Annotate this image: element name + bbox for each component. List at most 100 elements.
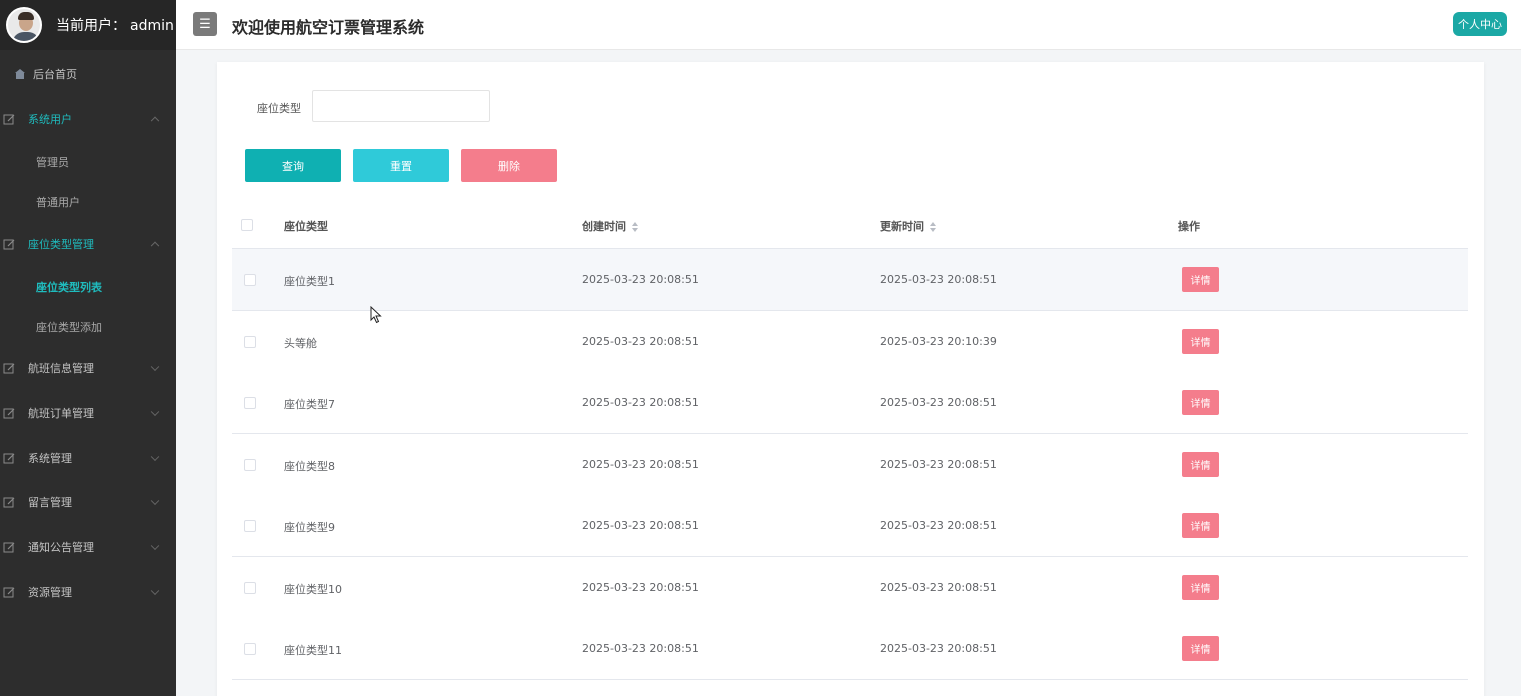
current-user-name: admin bbox=[130, 18, 174, 34]
cell-seat-type: 座位类型8 bbox=[284, 460, 335, 473]
current-user: 当前用户： admin bbox=[56, 15, 174, 35]
cell-seat-type: 头等舱 bbox=[284, 337, 317, 350]
home-icon bbox=[13, 67, 27, 81]
edit-icon bbox=[2, 495, 16, 509]
cell-seat-type: 座位类型7 bbox=[284, 398, 335, 411]
cell-created: 2025-03-23 20:08:51 bbox=[582, 335, 699, 348]
row-checkbox[interactable] bbox=[244, 459, 256, 471]
column-header-label: 创建时间 bbox=[582, 220, 626, 233]
cell-updated: 2025-03-23 20:08:51 bbox=[880, 396, 997, 409]
table-row[interactable]: 座位类型7 2025-03-23 20:08:51 2025-03-23 20:… bbox=[232, 372, 1468, 434]
column-header-actions: 操作 bbox=[1178, 220, 1200, 233]
chevron-up-icon bbox=[150, 116, 160, 126]
sidebar-group-label: 座位类型管理 bbox=[28, 238, 94, 251]
sidebar-item-admin[interactable]: 管理员 bbox=[36, 154, 69, 170]
cell-updated: 2025-03-23 20:08:51 bbox=[880, 273, 997, 286]
table-row[interactable]: 座位类型11 2025-03-23 20:08:51 2025-03-23 20… bbox=[232, 618, 1468, 680]
row-checkbox[interactable] bbox=[244, 520, 256, 532]
cell-updated: 2025-03-23 20:08:51 bbox=[880, 642, 997, 655]
table-row[interactable]: 座位类型1 2025-03-23 20:08:51 2025-03-23 20:… bbox=[232, 249, 1468, 311]
sort-icon[interactable] bbox=[930, 222, 937, 232]
sidebar-group-resources[interactable]: 资源管理 bbox=[0, 582, 176, 602]
chevron-down-icon bbox=[150, 362, 160, 372]
content-card: 座位类型 查询 重置 删除 座位类型 创建时间 更新时间 操作 座位类型1 20… bbox=[217, 62, 1484, 696]
edit-icon bbox=[2, 361, 16, 375]
sidebar-group-notices[interactable]: 通知公告管理 bbox=[0, 537, 176, 557]
edit-icon bbox=[2, 406, 16, 420]
column-header-updated[interactable]: 更新时间 bbox=[880, 218, 937, 234]
row-checkbox[interactable] bbox=[244, 643, 256, 655]
cell-seat-type: 座位类型11 bbox=[284, 644, 342, 657]
sidebar-item-label: 后台首页 bbox=[33, 68, 77, 81]
sidebar-group-seat-type[interactable]: 座位类型管理 bbox=[0, 234, 176, 254]
cell-updated: 2025-03-23 20:08:51 bbox=[880, 458, 997, 471]
detail-button[interactable]: 详情 bbox=[1182, 575, 1219, 600]
edit-icon bbox=[2, 237, 16, 251]
select-all-checkbox[interactable] bbox=[241, 219, 253, 231]
delete-button[interactable]: 删除 bbox=[461, 149, 557, 182]
table-row[interactable]: 座位类型8 2025-03-23 20:08:51 2025-03-23 20:… bbox=[232, 434, 1468, 496]
chevron-down-icon bbox=[150, 452, 160, 462]
chevron-up-icon bbox=[150, 241, 160, 251]
chevron-down-icon bbox=[150, 541, 160, 551]
cell-updated: 2025-03-23 20:08:51 bbox=[880, 581, 997, 594]
table-row[interactable]: 座位类型9 2025-03-23 20:08:51 2025-03-23 20:… bbox=[232, 495, 1468, 557]
seat-type-search-input[interactable] bbox=[312, 90, 490, 122]
chevron-down-icon bbox=[150, 407, 160, 417]
sidebar: 当前用户： admin 后台首页 系统用户 管理员 普通用户 座位类型管理 座位类… bbox=[0, 0, 176, 696]
detail-button[interactable]: 详情 bbox=[1182, 267, 1219, 292]
sidebar-group-label: 通知公告管理 bbox=[28, 541, 94, 554]
edit-icon bbox=[2, 585, 16, 599]
row-checkbox[interactable] bbox=[244, 274, 256, 286]
sidebar-group-system-users[interactable]: 系统用户 bbox=[0, 109, 176, 129]
sidebar-item-seat-type-add[interactable]: 座位类型添加 bbox=[36, 319, 102, 335]
sidebar-group-label: 资源管理 bbox=[28, 586, 72, 599]
sidebar-item-normal-users[interactable]: 普通用户 bbox=[36, 194, 80, 210]
row-checkbox[interactable] bbox=[244, 397, 256, 409]
edit-icon bbox=[2, 112, 16, 126]
sidebar-item-home[interactable]: 后台首页 bbox=[0, 64, 176, 84]
sort-icon[interactable] bbox=[632, 222, 639, 232]
chevron-down-icon bbox=[150, 586, 160, 596]
row-checkbox[interactable] bbox=[244, 582, 256, 594]
table-row[interactable]: 座位类型10 2025-03-23 20:08:51 2025-03-23 20… bbox=[232, 557, 1468, 619]
table-row[interactable]: 头等舱 2025-03-23 20:08:51 2025-03-23 20:10… bbox=[232, 311, 1468, 373]
detail-button[interactable]: 详情 bbox=[1182, 390, 1219, 415]
avatar[interactable] bbox=[6, 7, 42, 43]
query-button[interactable]: 查询 bbox=[245, 149, 341, 182]
reset-button[interactable]: 重置 bbox=[353, 149, 449, 182]
sidebar-item-seat-type-list[interactable]: 座位类型列表 bbox=[36, 279, 102, 295]
sidebar-group-flight-info[interactable]: 航班信息管理 bbox=[0, 358, 176, 378]
cell-created: 2025-03-23 20:08:51 bbox=[582, 396, 699, 409]
system-title: 欢迎使用航空订票管理系统 bbox=[232, 18, 425, 37]
personal-center-button[interactable]: 个人中心 bbox=[1453, 12, 1507, 36]
row-checkbox[interactable] bbox=[244, 336, 256, 348]
menu-toggle-icon[interactable]: ☰ bbox=[193, 12, 217, 36]
cell-created: 2025-03-23 20:08:51 bbox=[582, 519, 699, 532]
filter-label: 座位类型 bbox=[257, 102, 301, 115]
sidebar-group-label: 航班订单管理 bbox=[28, 407, 94, 420]
sidebar-group-system-manage[interactable]: 系统管理 bbox=[0, 448, 176, 468]
column-header-created[interactable]: 创建时间 bbox=[582, 218, 639, 234]
mouse-cursor-icon bbox=[370, 306, 382, 324]
sidebar-group-messages[interactable]: 留言管理 bbox=[0, 492, 176, 512]
detail-button[interactable]: 详情 bbox=[1182, 329, 1219, 354]
detail-button[interactable]: 详情 bbox=[1182, 636, 1219, 661]
column-header-label: 更新时间 bbox=[880, 220, 924, 233]
sidebar-group-label: 留言管理 bbox=[28, 496, 72, 509]
edit-icon bbox=[2, 540, 16, 554]
sidebar-group-flight-orders[interactable]: 航班订单管理 bbox=[0, 403, 176, 423]
cell-seat-type: 座位类型10 bbox=[284, 583, 342, 596]
edit-icon bbox=[2, 451, 16, 465]
chevron-down-icon bbox=[150, 496, 160, 506]
table-header: 座位类型 创建时间 更新时间 操作 bbox=[232, 200, 1468, 249]
detail-button[interactable]: 详情 bbox=[1182, 452, 1219, 477]
column-header-seat-type: 座位类型 bbox=[284, 220, 328, 233]
top-bar: ☰ 欢迎使用航空订票管理系统 个人中心 bbox=[176, 0, 1521, 50]
cell-created: 2025-03-23 20:08:51 bbox=[582, 642, 699, 655]
cell-created: 2025-03-23 20:08:51 bbox=[582, 458, 699, 471]
current-user-label: 当前用户： bbox=[56, 18, 126, 34]
detail-button[interactable]: 详情 bbox=[1182, 513, 1219, 538]
cell-seat-type: 座位类型9 bbox=[284, 521, 335, 534]
sidebar-group-label: 系统用户 bbox=[28, 113, 72, 126]
